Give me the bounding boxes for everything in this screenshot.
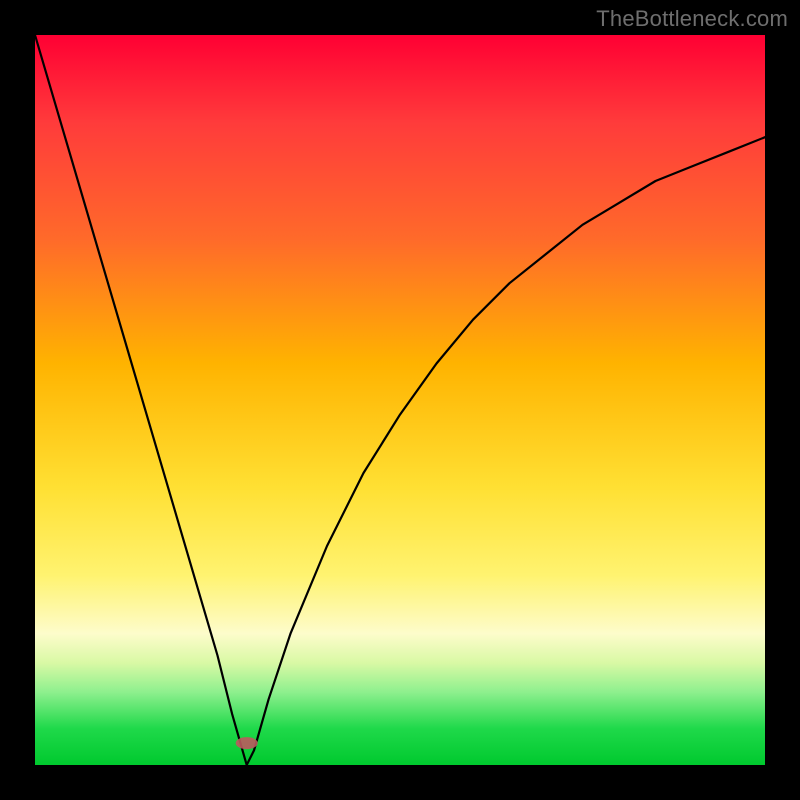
bottleneck-curve [35,35,765,765]
watermark-text: TheBottleneck.com [596,6,788,32]
optimal-marker [236,737,258,749]
curve-layer [35,35,765,765]
plot-area [35,35,765,765]
